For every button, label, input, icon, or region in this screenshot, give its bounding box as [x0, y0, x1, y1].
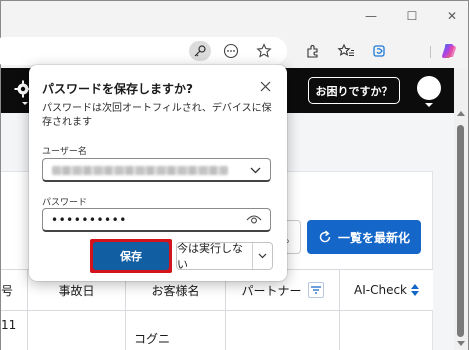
close-window-button[interactable]: ✕ — [445, 9, 459, 23]
browser-toolbar — [0, 34, 468, 68]
column-divider — [339, 311, 340, 350]
column-divider — [125, 311, 126, 350]
save-button[interactable]: 保存 — [93, 242, 169, 270]
filter-icon[interactable] — [307, 282, 324, 298]
dialog-title: パスワードを保存しますか? — [42, 82, 193, 96]
dialog-description: パスワードは次回オートフィルされ、デバイスに保存されます — [42, 103, 272, 128]
save-button-highlight: 保存 — [90, 239, 172, 273]
maximize-button[interactable]: ☐ — [405, 9, 419, 23]
row-id-cell: 11 — [1, 318, 17, 332]
blurred-username-value — [52, 166, 228, 175]
refresh-icon — [319, 230, 331, 243]
column-divider — [27, 311, 28, 350]
avatar[interactable] — [417, 76, 441, 100]
key-icon[interactable] — [189, 41, 211, 61]
copilot-icon[interactable] — [439, 41, 461, 61]
column-header-id[interactable]: 号 — [1, 270, 27, 310]
address-bar[interactable] — [0, 37, 287, 65]
never-save-split-button: 今は実行しない — [176, 242, 273, 271]
column-divider — [225, 311, 226, 350]
not-now-button[interactable]: 今は実行しない — [177, 242, 252, 271]
ellipsis-circle-icon[interactable] — [220, 41, 242, 61]
scrollbar-thumb[interactable] — [457, 125, 464, 337]
column-header-ai-check[interactable]: AI-Check — [339, 270, 433, 310]
row-customer-cell: コグニ — [134, 332, 171, 346]
eye-icon[interactable] — [246, 214, 262, 226]
chevron-down-icon[interactable] — [250, 167, 261, 174]
close-icon[interactable] — [257, 78, 273, 94]
password-value: •••••••••• — [51, 213, 127, 227]
chevron-down-icon[interactable] — [253, 243, 272, 269]
chevron-down-icon — [425, 103, 433, 107]
password-field[interactable]: •••••••••• — [42, 208, 271, 232]
favorites-icon[interactable] — [335, 41, 357, 61]
password-label: パスワード — [42, 198, 88, 208]
star-icon[interactable] — [253, 41, 275, 61]
collections-icon[interactable] — [369, 41, 391, 61]
username-field[interactable] — [42, 158, 271, 182]
scroll-up-arrow-icon[interactable] — [457, 111, 465, 116]
sort-icon[interactable] — [411, 284, 419, 296]
username-label: ユーザー名 — [42, 147, 87, 157]
scroll-down-arrow-icon[interactable] — [457, 341, 465, 346]
help-button[interactable]: お困りですか？ — [308, 77, 400, 104]
extensions-icon[interactable] — [301, 41, 323, 61]
refresh-list-button[interactable]: 一覧を最新化 — [307, 220, 421, 254]
minimize-button[interactable]: — — [364, 9, 378, 23]
title-bar: — ☐ ✕ — [1, 1, 468, 34]
save-password-dialog: パスワードを保存しますか? パスワードは次回オートフィルされ、デバイスに保存され… — [29, 65, 287, 281]
refresh-button-label: 一覧を最新化 — [337, 230, 410, 245]
chevron-down-icon — [22, 102, 28, 105]
toolbar-separator — [430, 46, 431, 58]
